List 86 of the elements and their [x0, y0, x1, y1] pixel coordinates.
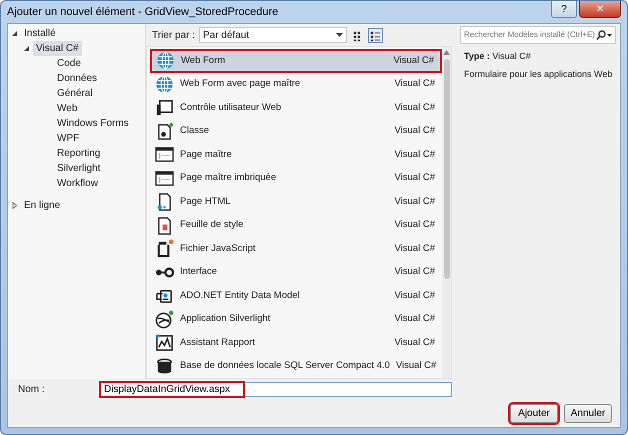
expanded-arrow-icon[interactable] — [23, 45, 30, 52]
globe-icon — [156, 51, 175, 70]
template-name: Classe — [180, 124, 210, 138]
template-item[interactable]: Base de données locale SQL Server Compact 4.0 Visual C# — [150, 354, 442, 378]
template-description: Formulaire pour les applications Web — [464, 68, 612, 81]
template-item[interactable]: Page HTML Visual C# — [150, 190, 442, 214]
template-name: Web Form avec page maître — [180, 77, 302, 92]
stylesheet-icon — [155, 216, 174, 235]
page-layout-icon — [155, 168, 174, 188]
template-language: Visual C# — [394, 148, 435, 162]
script-file-icon — [155, 239, 174, 258]
sort-dropdown[interactable]: Par défaut — [198, 27, 347, 43]
tree-item[interactable]: Web — [54, 101, 80, 116]
template-language: Visual C# — [394, 218, 435, 232]
template-name: Page maître imbriquée — [180, 171, 278, 186]
tree-item[interactable]: Workflow — [54, 176, 101, 191]
template-name: Fichier JavaScript — [180, 242, 256, 256]
template-item[interactable]: Application Silverlight Visual C# — [150, 308, 442, 331]
template-item[interactable]: ADO.NET Entity Data Model Visual C# — [150, 284, 442, 308]
template-item[interactable]: Page maître imbriquée Visual C# — [150, 166, 442, 190]
tree-item[interactable]: Données — [54, 71, 100, 86]
template-language: Visual C# — [394, 288, 435, 303]
template-name: Page HTML — [180, 194, 232, 209]
scroll-up-arrow-icon[interactable] — [443, 50, 450, 54]
template-language: Visual C# — [396, 359, 436, 374]
collapsed-arrow-icon[interactable] — [11, 202, 18, 209]
window-title: Ajouter un nouvel élément - GridView_StoredProcedure — [7, 4, 278, 20]
template-name: Page maître — [180, 148, 233, 162]
control-icon — [155, 98, 174, 118]
template-language: Visual C# — [394, 100, 435, 115]
database-icon — [155, 356, 174, 376]
search-field[interactable]: Rechercher Modèles installé (Ctrl+E) — [460, 26, 616, 44]
template-language: Visual C# — [394, 54, 434, 68]
template-item[interactable]: Web Form Visual C# — [150, 49, 442, 72]
template-item[interactable]: Contrôle utilisateur Web Visual C# — [150, 96, 442, 120]
tree-item[interactable]: Windows Forms — [54, 116, 132, 131]
template-name: Web Form — [181, 54, 226, 68]
tree-item[interactable]: Silverlight — [54, 161, 104, 176]
template-item[interactable]: Web Form avec page maître Visual C# — [150, 72, 442, 96]
scrollbar[interactable] — [442, 47, 451, 378]
tree-item[interactable]: Code — [54, 56, 84, 71]
search-icon — [596, 30, 612, 40]
template-language: Visual C# — [394, 312, 435, 326]
template-name: Contrôle utilisateur Web — [180, 100, 282, 115]
template-item[interactable]: Classe Visual C# — [150, 120, 442, 143]
template-name: Application Silverlight — [180, 312, 272, 326]
list-view-button[interactable] — [368, 28, 384, 42]
name-label: Nom : — [18, 382, 46, 396]
template-name: Feuille de style — [180, 218, 244, 232]
tree-item[interactable]: Général — [54, 86, 96, 101]
template-item[interactable]: Interface Visual C# — [150, 260, 442, 284]
template-item[interactable]: Page maître Visual C# — [150, 143, 442, 166]
template-item[interactable]: Fichier JavaScript Visual C# — [150, 237, 442, 260]
name-field[interactable]: DisplayDataInGridView.aspx — [100, 382, 452, 396]
template-name: Base de données locale SQL Server Compact 4.0 — [180, 359, 390, 374]
tree-item[interactable]: Installé — [21, 26, 59, 41]
sort-label: Trier par : — [152, 28, 195, 42]
template-language: Visual C# — [394, 171, 435, 186]
template-name: Interface — [180, 265, 218, 280]
template-language: Visual C# — [394, 242, 435, 256]
dialog-button[interactable]: Ajouter — [510, 404, 558, 422]
class-file-icon — [155, 122, 174, 141]
template-language: Visual C# — [394, 194, 435, 209]
expanded-arrow-icon[interactable] — [11, 30, 18, 37]
report-chart-icon — [155, 333, 174, 352]
list-icon — [370, 30, 382, 42]
type-text: Type : Visual C# — [464, 50, 531, 63]
silverlight-app-icon — [155, 310, 174, 329]
html-page-icon — [155, 192, 174, 212]
template-language: Visual C# — [394, 124, 435, 138]
template-name: Assistant Rapport — [180, 336, 256, 350]
template-name: ADO.NET Entity Data Model — [180, 288, 301, 303]
tree-item[interactable]: Visual C# — [33, 41, 82, 56]
dialog-button[interactable]: Annuler — [564, 404, 612, 422]
page-layout-icon — [155, 145, 174, 164]
template-language: Visual C# — [394, 77, 435, 92]
template-language: Visual C# — [394, 265, 435, 280]
tree-item[interactable]: WPF — [54, 131, 82, 146]
tree-item[interactable]: Reporting — [54, 146, 104, 161]
template-item[interactable]: Assistant Rapport Visual C# — [150, 331, 442, 354]
help-button[interactable]: ? — [551, 1, 577, 18]
tree-item[interactable]: En ligne — [21, 198, 64, 213]
template-item[interactable]: Feuille de style Visual C# — [150, 214, 442, 237]
globe-icon — [155, 74, 174, 94]
template-language: Visual C# — [394, 336, 435, 350]
caret-icon — [336, 33, 343, 37]
